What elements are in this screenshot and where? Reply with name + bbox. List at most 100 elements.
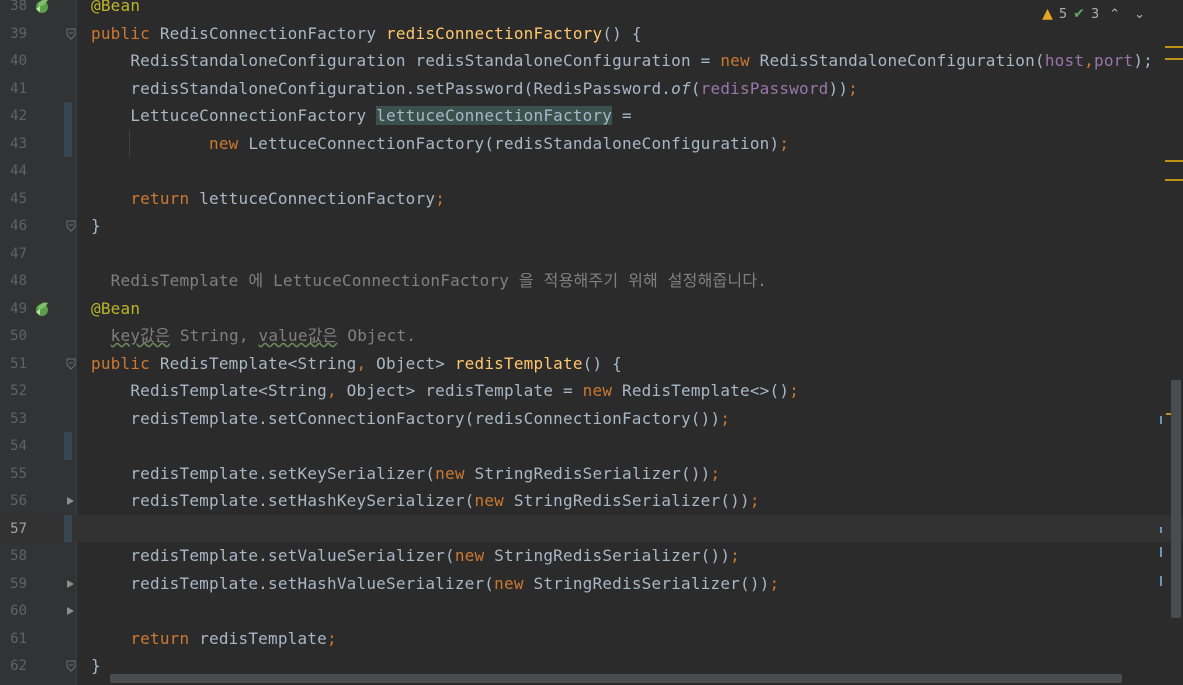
line-number[interactable]: 50 <box>0 327 27 345</box>
line-number[interactable]: 54 <box>0 437 27 455</box>
bean-icon[interactable] <box>32 0 52 16</box>
code-line[interactable]: 61 return redisTemplate; <box>0 625 1183 653</box>
line-number[interactable]: 59 <box>0 575 27 593</box>
change-marker[interactable] <box>64 432 72 460</box>
line-number[interactable]: 43 <box>0 135 27 153</box>
code-text[interactable]: public RedisTemplate<String, Object> red… <box>91 353 622 375</box>
code-token: ; <box>848 78 858 98</box>
fold-icon[interactable] <box>64 217 78 235</box>
code-line[interactable]: 47 <box>0 240 1183 268</box>
code-line[interactable]: 54 <box>0 432 1183 460</box>
weak-warning-count[interactable]: 3 <box>1091 7 1099 22</box>
line-number[interactable]: 60 <box>0 602 27 620</box>
code-text[interactable]: new LettuceConnectionFactory(redisStanda… <box>91 133 789 155</box>
line-number[interactable]: 39 <box>0 25 27 43</box>
vertical-scrollbar[interactable] <box>1171 380 1181 618</box>
code-line[interactable]: 38 @Bean <box>0 0 1183 20</box>
info-mark[interactable] <box>1160 547 1162 557</box>
collapse-arrow-icon[interactable] <box>64 492 78 510</box>
code-text[interactable]: RedisTemplate<String, Object> redisTempl… <box>91 380 799 402</box>
line-number[interactable]: 46 <box>0 217 27 235</box>
fold-icon[interactable] <box>64 355 78 373</box>
code-line[interactable]: 56 redisTemplate.setHashKeySerializer(ne… <box>0 487 1183 515</box>
warning-count[interactable]: 5 <box>1059 7 1067 22</box>
code-text[interactable]: redisStandaloneConfiguration.setPassword… <box>91 78 858 100</box>
code-text[interactable]: } <box>91 215 101 237</box>
code-text[interactable]: redisTemplate.setHashKeySerializer(new S… <box>91 490 760 512</box>
code-line[interactable]: 52 RedisTemplate<String, Object> redisTe… <box>0 377 1183 405</box>
line-number[interactable]: 53 <box>0 410 27 428</box>
change-marker[interactable] <box>64 514 72 542</box>
horizontal-scrollbar[interactable] <box>110 674 1122 683</box>
line-number[interactable]: 42 <box>0 107 27 125</box>
code-line[interactable]: 45 return lettuceConnectionFactory; <box>0 185 1183 213</box>
line-number[interactable]: 41 <box>0 80 27 98</box>
code-text[interactable]: RedisTemplate 에 LettuceConnectionFactory… <box>91 270 767 292</box>
code-text[interactable]: @Bean <box>91 298 140 320</box>
warning-mark[interactable] <box>1165 160 1183 162</box>
collapse-arrow-icon[interactable] <box>64 575 78 593</box>
collapse-arrow-icon[interactable] <box>64 602 78 620</box>
line-number[interactable]: 61 <box>0 630 27 648</box>
code-line[interactable]: 48 RedisTemplate 에 LettuceConnectionFact… <box>0 267 1183 295</box>
code-text[interactable]: key값은 String, value값은 Object. <box>91 325 416 347</box>
code-line[interactable]: 53 redisTemplate.setConnectionFactory(re… <box>0 405 1183 433</box>
code-text[interactable]: return redisTemplate; <box>91 628 337 650</box>
line-number[interactable]: 44 <box>0 162 27 180</box>
fold-icon[interactable] <box>64 25 78 43</box>
warning-mark[interactable] <box>1165 179 1183 181</box>
code-token: redisTemplate <box>199 628 328 648</box>
warning-mark[interactable] <box>1165 46 1183 48</box>
code-line[interactable]: 40 RedisStandaloneConfiguration redisSta… <box>0 47 1183 75</box>
code-text[interactable]: public RedisConnectionFactory redisConne… <box>91 23 642 45</box>
bean-icon[interactable] <box>32 299 52 319</box>
code-text[interactable]: redisTemplate.setHashValueSerializer(new… <box>91 573 779 595</box>
code-line[interactable]: 60 <box>0 597 1183 625</box>
code-line[interactable]: 39 public RedisConnectionFactory redisCon… <box>0 20 1183 48</box>
line-number[interactable]: 40 <box>0 52 27 70</box>
line-number[interactable]: 58 <box>0 547 27 565</box>
change-marker[interactable] <box>64 102 72 130</box>
previous-highlight-icon[interactable]: ⌃ <box>1105 7 1124 22</box>
code-text[interactable]: @Bean <box>91 0 140 17</box>
line-number[interactable]: 55 <box>0 465 27 483</box>
line-number[interactable]: 62 <box>0 657 27 675</box>
info-mark[interactable] <box>1160 576 1162 586</box>
fold-icon[interactable] <box>64 657 78 675</box>
next-highlight-icon[interactable]: ⌄ <box>1130 7 1149 22</box>
info-mark[interactable] <box>1160 416 1162 424</box>
code-line[interactable]: 55 redisTemplate.setKeySerializer(new St… <box>0 460 1183 488</box>
code-line[interactable]: 49 @Bean <box>0 295 1183 323</box>
code-text[interactable]: redisTemplate.setValueSerializer(new Str… <box>91 545 740 567</box>
line-number[interactable]: 49 <box>0 300 27 318</box>
change-marker[interactable] <box>64 129 72 157</box>
line-number[interactable]: 47 <box>0 245 27 263</box>
info-mark[interactable] <box>1160 527 1162 533</box>
warning-mark[interactable] <box>1165 58 1183 60</box>
code-line[interactable]: 58 redisTemplate.setValueSerializer(new … <box>0 542 1183 570</box>
inspection-widget[interactable]: ▲ 5 ✔ 3 ⌃ ⌄ <box>1042 4 1149 24</box>
code-line[interactable]: 42 LettuceConnectionFactory lettuceConne… <box>0 102 1183 130</box>
code-text[interactable]: redisTemplate.setConnectionFactory(redis… <box>91 408 730 430</box>
code-line[interactable]: 43 new LettuceConnectionFactory(redisSta… <box>0 129 1183 157</box>
code-text[interactable]: LettuceConnectionFactory lettuceConnecti… <box>91 105 632 127</box>
line-number[interactable]: 56 <box>0 492 27 510</box>
code-line[interactable]: 44 <box>0 157 1183 185</box>
code-line[interactable]: 46} <box>0 212 1183 240</box>
line-number[interactable]: 48 <box>0 272 27 290</box>
code-editor[interactable]: 38 @Bean 39 public RedisConnectionFactory r… <box>0 0 1183 680</box>
code-line[interactable]: 59 redisTemplate.setHashValueSerializer(… <box>0 570 1183 598</box>
line-number[interactable]: 57 <box>0 520 27 538</box>
code-line[interactable]: 57 <box>0 514 1183 542</box>
code-text[interactable]: return lettuceConnectionFactory; <box>91 188 445 210</box>
line-number[interactable]: 51 <box>0 355 27 373</box>
code-text[interactable]: redisTemplate.setKeySerializer(new Strin… <box>91 463 720 485</box>
line-number[interactable]: 38 <box>0 0 27 15</box>
code-text[interactable]: } <box>91 655 101 677</box>
code-text[interactable]: RedisStandaloneConfiguration redisStanda… <box>91 50 1153 72</box>
code-line[interactable]: 41 redisStandaloneConfiguration.setPassw… <box>0 75 1183 103</box>
line-number[interactable]: 52 <box>0 382 27 400</box>
code-line[interactable]: 50 key값은 String, value값은 Object. <box>0 322 1183 350</box>
line-number[interactable]: 45 <box>0 190 27 208</box>
code-line[interactable]: 51 public RedisTemplate<String, Object> r… <box>0 350 1183 378</box>
